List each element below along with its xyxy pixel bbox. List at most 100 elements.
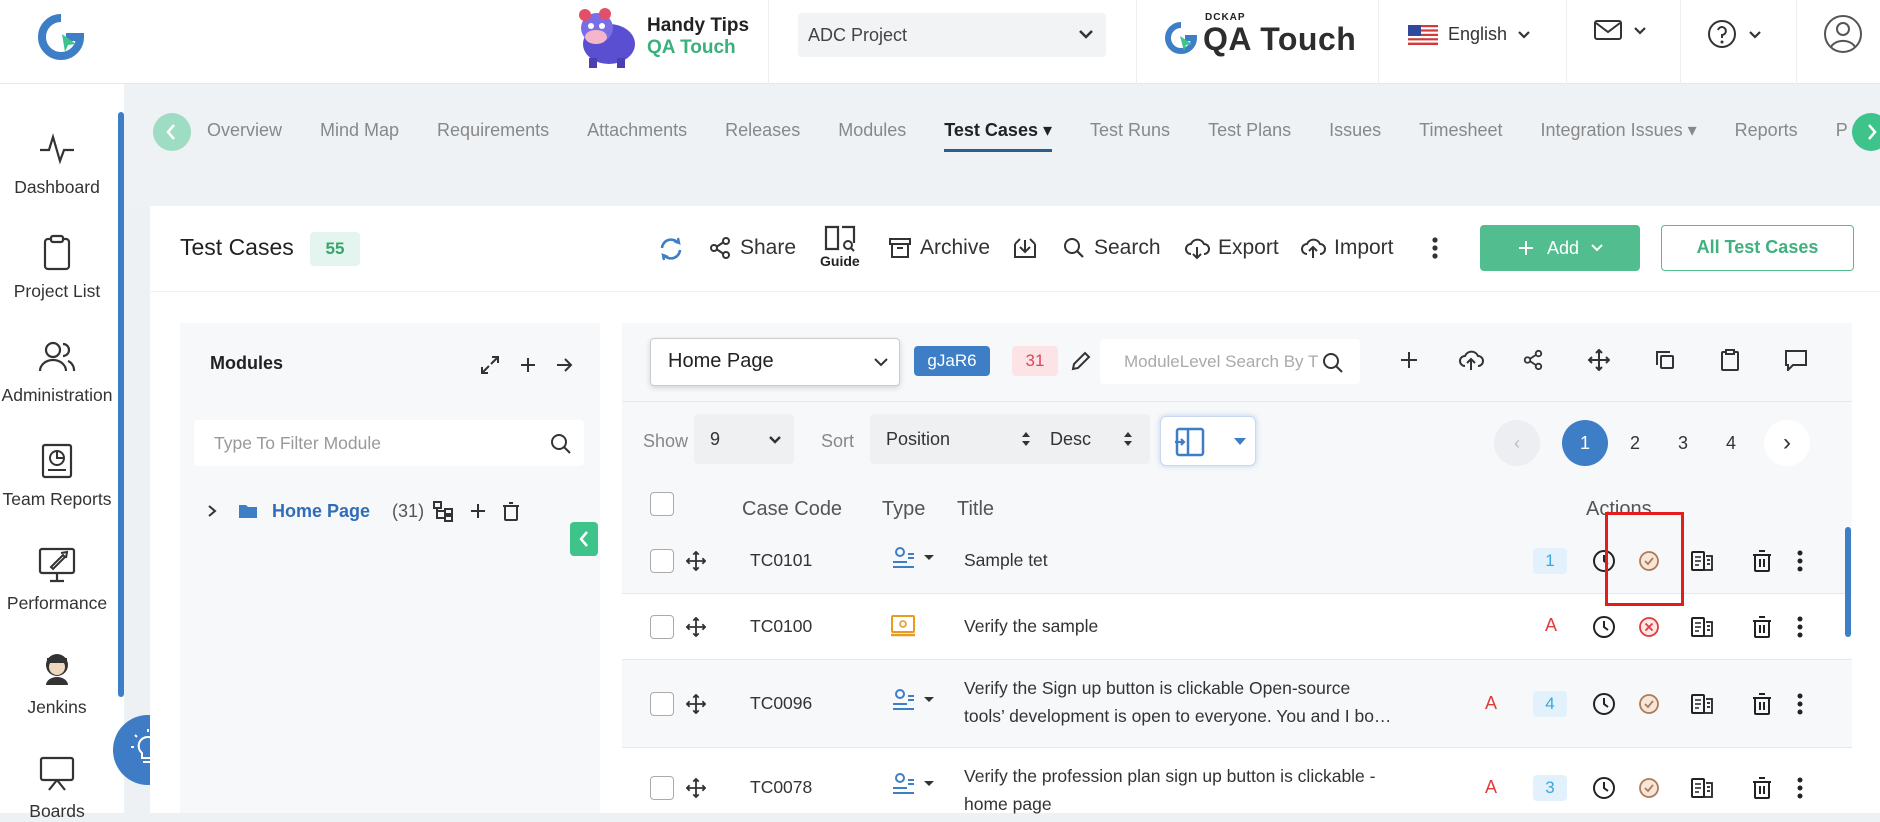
functional-type-icon[interactable] <box>890 772 934 796</box>
tab-attachments[interactable]: Attachments <box>587 120 687 152</box>
language-select[interactable]: English <box>1408 24 1531 45</box>
tab-integration-issues[interactable]: Integration Issues ▾ <box>1541 120 1697 152</box>
history-clock-icon[interactable] <box>1592 615 1616 639</box>
row-checkbox[interactable] <box>650 776 674 800</box>
add-button[interactable]: Add <box>1480 225 1640 271</box>
more-vertical-icon[interactable] <box>1796 550 1804 572</box>
tab-issues[interactable]: Issues <box>1329 120 1381 152</box>
project-select[interactable]: ADC Project <box>798 13 1106 57</box>
case-title[interactable]: Verify the profession plan sign up butto… <box>964 766 1375 787</box>
case-title-continuation[interactable]: home page <box>964 794 1052 815</box>
case-title[interactable]: Sample tet <box>964 550 1048 571</box>
tab-partial[interactable]: P <box>1836 120 1848 152</box>
tab-test-cases[interactable]: Test Cases ▾ <box>944 120 1053 152</box>
expand-modules-button[interactable] <box>480 355 500 375</box>
download-button[interactable] <box>1012 236 1046 260</box>
tab-reports[interactable]: Reports <box>1735 120 1798 152</box>
page-size-select[interactable]: 9 <box>694 414 794 464</box>
tab-mind-map[interactable]: Mind Map <box>320 120 399 152</box>
search-icon[interactable] <box>1322 352 1344 374</box>
drag-handle-icon[interactable] <box>686 617 706 637</box>
plus-icon[interactable] <box>468 501 488 521</box>
row-checkbox[interactable] <box>650 692 674 716</box>
row-checkbox[interactable] <box>650 615 674 639</box>
tab-requirements[interactable]: Requirements <box>437 120 549 152</box>
row-checkbox[interactable] <box>650 549 674 573</box>
edit-module-button[interactable] <box>1069 349 1093 373</box>
tabs-next-button[interactable] <box>1852 113 1880 151</box>
drag-handle-icon[interactable] <box>686 551 706 571</box>
trash-icon[interactable] <box>1752 549 1772 573</box>
sidebar-item-dashboard[interactable]: Dashboard <box>0 129 114 198</box>
approved-check-icon[interactable] <box>1638 693 1660 715</box>
drag-handle-icon[interactable] <box>686 694 706 714</box>
tab-overview[interactable]: Overview <box>207 120 282 152</box>
sidebar-item-administration[interactable]: Administration <box>0 337 114 406</box>
share-module-button[interactable] <box>1522 349 1544 371</box>
sort-order-value[interactable]: Desc <box>1050 429 1091 450</box>
more-vertical-icon[interactable] <box>1796 616 1804 638</box>
column-header-title[interactable]: Title <box>957 498 994 521</box>
search-button[interactable]: Search <box>1062 236 1161 260</box>
module-tree-item[interactable]: Home Page (31) <box>206 500 520 522</box>
sidebar-item-jenkins[interactable]: Jenkins <box>0 649 114 718</box>
tab-modules[interactable]: Modules <box>838 120 906 152</box>
module-filter-input[interactable]: Type To Filter Module <box>194 420 584 466</box>
details-icon[interactable] <box>1690 549 1714 573</box>
column-header-type[interactable]: Type <box>882 498 925 521</box>
pagination-page-3[interactable]: 3 <box>1660 420 1706 466</box>
tab-test-plans[interactable]: Test Plans <box>1208 120 1291 152</box>
case-title[interactable]: Verify the Sign up button is clickable O… <box>964 678 1350 699</box>
module-name[interactable]: Home Page <box>272 501 370 522</box>
upload-button[interactable] <box>1458 349 1484 371</box>
history-clock-icon[interactable] <box>1592 692 1616 716</box>
sidebar-item-performance[interactable]: Performance <box>0 545 114 614</box>
copy-button[interactable] <box>1654 349 1676 371</box>
move-button[interactable] <box>1588 349 1610 371</box>
more-vertical-icon[interactable] <box>1796 777 1804 799</box>
module-select[interactable]: Home Page <box>650 338 900 386</box>
share-button[interactable]: Share <box>708 236 796 260</box>
more-options-button[interactable] <box>1431 236 1447 260</box>
export-button[interactable]: Export <box>1184 236 1279 260</box>
help-menu[interactable] <box>1706 18 1762 50</box>
sub-module-icon[interactable] <box>432 500 454 522</box>
add-test-case-button[interactable] <box>1398 349 1420 371</box>
mail-menu[interactable] <box>1593 18 1647 42</box>
sidebar-item-team-reports[interactable]: Team Reports <box>0 441 114 510</box>
drag-handle-icon[interactable] <box>686 778 706 798</box>
view-layout-toggle[interactable] <box>1160 416 1256 466</box>
approved-check-icon[interactable] <box>1638 777 1660 799</box>
pagination-page-1[interactable]: 1 <box>1562 420 1608 466</box>
pagination-prev-button[interactable]: ‹ <box>1494 420 1540 466</box>
module-search-input[interactable]: ModuleLevel Search By T <box>1100 339 1360 384</box>
guide-button[interactable]: Guide <box>820 223 860 269</box>
trash-icon[interactable] <box>1752 692 1772 716</box>
tabs-prev-button[interactable] <box>153 113 191 151</box>
trash-icon[interactable] <box>1752 776 1772 800</box>
sidebar-item-boards[interactable]: Boards <box>0 753 114 822</box>
all-test-cases-button[interactable]: All Test Cases <box>1661 225 1854 271</box>
details-icon[interactable] <box>1690 615 1714 639</box>
collapse-modules-arrow-button[interactable] <box>554 355 574 375</box>
user-avatar[interactable] <box>1823 14 1863 54</box>
case-code[interactable]: TC0078 <box>750 777 812 798</box>
column-header-case-code[interactable]: Case Code <box>742 498 842 521</box>
tab-releases[interactable]: Releases <box>725 120 800 152</box>
history-clock-icon[interactable] <box>1592 776 1616 800</box>
case-title[interactable]: Verify the sample <box>964 616 1098 637</box>
clipboard-button[interactable] <box>1720 349 1740 371</box>
more-vertical-icon[interactable] <box>1796 693 1804 715</box>
case-title-continuation[interactable]: tools’ development is open to everyone. … <box>964 706 1391 727</box>
case-code[interactable]: TC0100 <box>750 616 812 637</box>
functional-type-icon[interactable] <box>890 688 934 712</box>
chevron-right-icon[interactable] <box>206 504 218 518</box>
trash-icon[interactable] <box>1752 615 1772 639</box>
tab-test-runs[interactable]: Test Runs <box>1090 120 1170 152</box>
rejected-cross-icon[interactable] <box>1638 616 1660 638</box>
details-icon[interactable] <box>1690 692 1714 716</box>
functional-type-icon[interactable] <box>890 546 934 570</box>
case-code[interactable]: TC0101 <box>750 550 812 571</box>
select-all-checkbox[interactable] <box>650 492 674 516</box>
trash-icon[interactable] <box>502 501 520 521</box>
